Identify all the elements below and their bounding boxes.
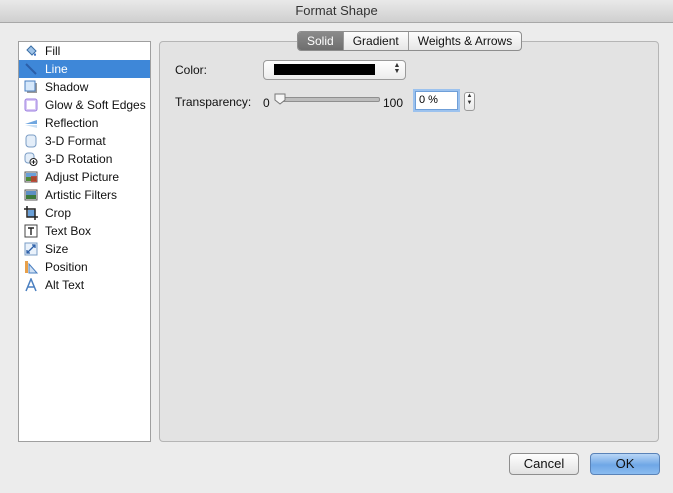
color-swatch — [274, 64, 375, 75]
sidebar-item-label: 3-D Rotation — [45, 152, 113, 166]
sidebar-item-reflection[interactable]: Reflection — [19, 114, 150, 132]
line-icon — [24, 62, 38, 76]
format-shape-dialog: Format Shape Fill Line Shadow Glow & Sof… — [0, 0, 673, 493]
sidebar-item-label: Position — [45, 260, 88, 274]
transparency-input[interactable]: 0 % — [415, 91, 458, 110]
adjust-picture-icon — [24, 170, 38, 184]
sidebar-item-label: Shadow — [45, 80, 89, 94]
sidebar-item-fill[interactable]: Fill — [19, 42, 150, 60]
sidebar-item-label: Size — [45, 242, 69, 256]
sidebar-item-label: Line — [45, 62, 68, 76]
alt-text-icon — [24, 278, 38, 292]
tab-solid[interactable]: Solid — [298, 32, 343, 50]
reflection-icon — [24, 116, 38, 130]
sidebar-item-alt-text[interactable]: Alt Text — [19, 276, 150, 294]
artistic-filters-icon — [24, 188, 38, 202]
shadow-icon — [24, 80, 38, 94]
sidebar-item-label: Adjust Picture — [45, 170, 120, 184]
fill-bucket-icon — [24, 44, 38, 58]
glow-icon — [24, 98, 38, 112]
sidebar-item-3d-format[interactable]: 3-D Format — [19, 132, 150, 150]
sidebar-item-glow[interactable]: Glow & Soft Edges — [19, 96, 150, 114]
sidebar-item-text-box[interactable]: Text Box — [19, 222, 150, 240]
sidebar-item-crop[interactable]: Crop — [19, 204, 150, 222]
sidebar-item-adjust-picture[interactable]: Adjust Picture — [19, 168, 150, 186]
3d-rotation-icon — [24, 152, 38, 166]
tab-gradient[interactable]: Gradient — [342, 32, 408, 50]
category-sidebar: Fill Line Shadow Glow & Soft Edges Refle… — [18, 41, 151, 442]
ok-button[interactable]: OK — [590, 453, 660, 475]
sidebar-item-label: Reflection — [45, 116, 99, 130]
sidebar-item-label: Fill — [45, 44, 61, 58]
sidebar-item-shadow[interactable]: Shadow — [19, 78, 150, 96]
sidebar-item-artistic-filters[interactable]: Artistic Filters — [19, 186, 150, 204]
sidebar-item-label: Glow & Soft Edges — [45, 98, 146, 112]
transparency-slider[interactable] — [279, 97, 380, 102]
text-box-icon — [24, 224, 38, 238]
size-icon — [24, 242, 38, 256]
tab-weights-arrows[interactable]: Weights & Arrows — [407, 32, 521, 50]
transparency-label: Transparency: — [175, 95, 252, 109]
slider-thumb[interactable] — [274, 93, 286, 105]
sidebar-item-position[interactable]: Position — [19, 258, 150, 276]
sidebar-item-label: 3-D Format — [45, 134, 106, 148]
up-down-arrows-icon: ▲ ▼ — [393, 62, 401, 75]
slider-max-label: 100 — [383, 96, 404, 110]
color-label: Color: — [175, 63, 208, 77]
sidebar-item-label: Alt Text — [45, 278, 85, 292]
cancel-button[interactable]: Cancel — [509, 453, 579, 475]
sidebar-item-size[interactable]: Size — [19, 240, 150, 258]
3d-format-icon — [24, 134, 38, 148]
sidebar-item-label: Artistic Filters — [45, 188, 117, 202]
sidebar-item-3d-rotation[interactable]: 3-D Rotation — [19, 150, 150, 168]
window-title: Format Shape — [0, 0, 673, 23]
slider-min-label: 0 — [263, 96, 270, 110]
color-dropdown[interactable]: ▲ ▼ — [263, 60, 406, 80]
sidebar-item-label: Text Box — [45, 224, 92, 238]
sidebar-item-label: Crop — [45, 206, 72, 220]
sidebar-item-line[interactable]: Line — [19, 60, 150, 78]
crop-icon — [24, 206, 38, 220]
transparency-stepper[interactable]: ▲ ▼ — [464, 92, 475, 111]
position-icon — [24, 260, 38, 274]
line-fill-tabs: Solid Gradient Weights & Arrows — [297, 31, 523, 51]
